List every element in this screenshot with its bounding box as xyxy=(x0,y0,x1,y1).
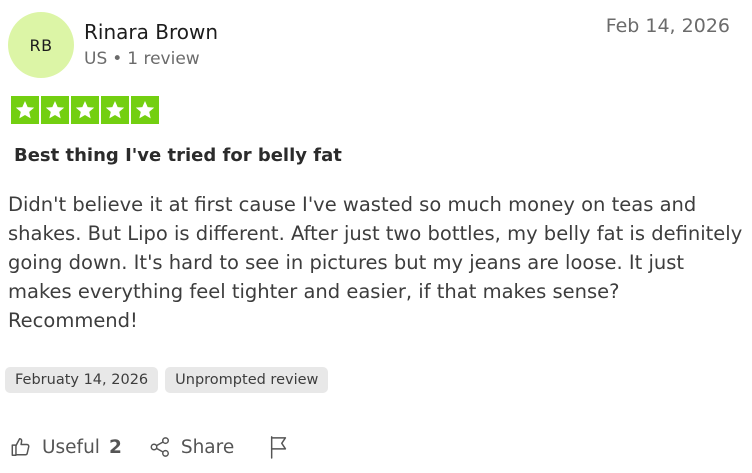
review-body-line: shakes. But Lipo is different. After jus… xyxy=(8,222,743,245)
review-body: Didn't believe it at first cause I've wa… xyxy=(8,190,744,335)
review-body-line: makes everything feel tighter and easier… xyxy=(8,280,620,303)
review-title[interactable]: Best thing I've tried for belly fat xyxy=(14,145,342,166)
meta-separator: • xyxy=(112,49,123,69)
share-label: Share xyxy=(180,436,235,458)
reviewer-meta: US • 1 review xyxy=(84,49,200,69)
star-icon xyxy=(41,96,69,124)
useful-label: Useful xyxy=(42,436,100,458)
star-icon xyxy=(11,96,39,124)
star-icon xyxy=(71,96,99,124)
review-body-line: Didn't believe it at first cause I've wa… xyxy=(8,193,697,216)
reviewer-review-count: 1 review xyxy=(127,49,200,69)
unprompted-review-badge[interactable]: Unprompted review xyxy=(165,367,329,393)
avatar-initials: RB xyxy=(29,35,53,55)
review-body-line: Recommend! xyxy=(8,309,138,332)
review-tags: Februaty 14, 2026 Unprompted review xyxy=(5,367,329,393)
useful-count: 2 xyxy=(108,436,122,458)
review-actions: Useful 2 Share xyxy=(10,430,290,464)
reviewer-country: US xyxy=(84,49,108,69)
flag-icon xyxy=(271,436,287,459)
reviewer-name[interactable]: Rinara Brown xyxy=(84,20,218,44)
share-button[interactable]: Share xyxy=(149,436,234,458)
star-icon xyxy=(131,96,159,124)
star-rating xyxy=(11,96,159,124)
thumbs-up-icon xyxy=(11,438,30,456)
star-icon xyxy=(101,96,129,124)
experience-date-badge: Februaty 14, 2026 xyxy=(5,367,159,393)
share-icon xyxy=(150,437,169,457)
review-date: Feb 14, 2026 xyxy=(605,15,730,37)
report-button[interactable] xyxy=(268,435,290,459)
useful-button[interactable]: Useful 2 xyxy=(10,436,122,458)
avatar: RB xyxy=(8,12,74,78)
review-body-line: going down. It's hard to see in pictures… xyxy=(8,251,685,274)
